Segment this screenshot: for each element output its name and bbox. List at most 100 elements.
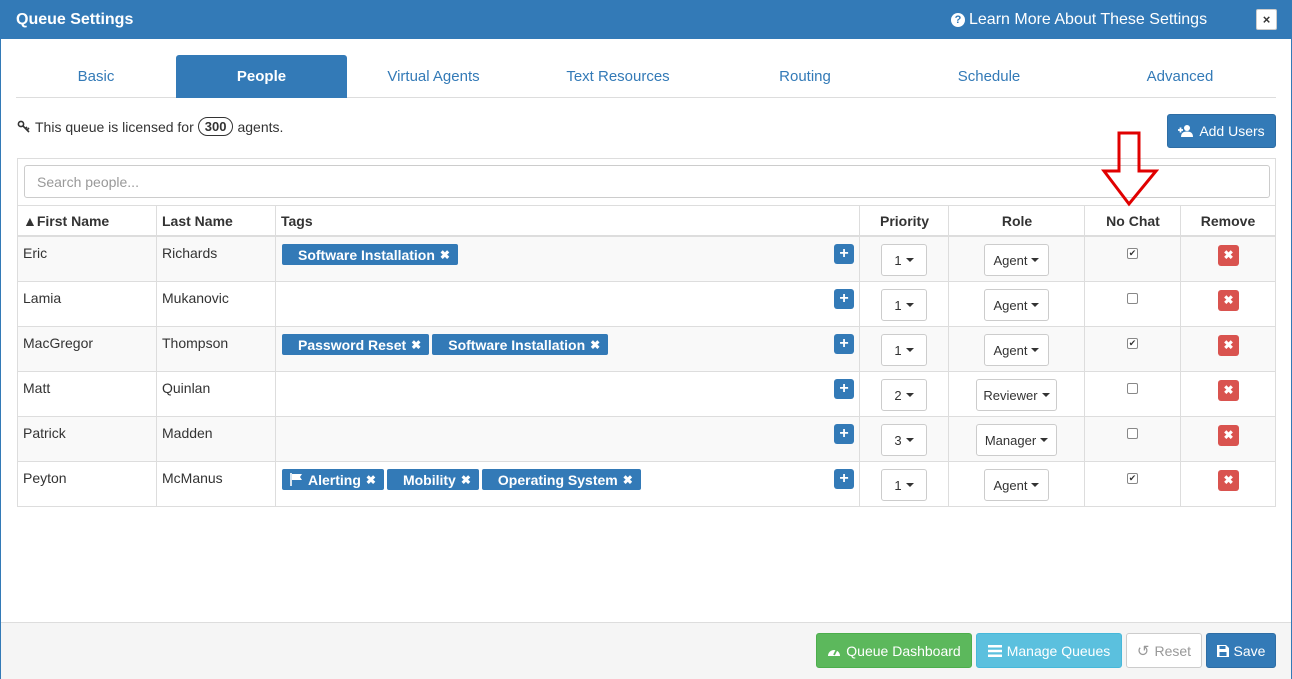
license-prefix: This queue is licensed for — [35, 118, 194, 135]
no-chat-checkbox[interactable]: ✔ — [1127, 473, 1138, 484]
remove-tag-icon[interactable]: ✖ — [461, 473, 471, 487]
tab-people[interactable]: People — [176, 55, 347, 98]
priority-dropdown[interactable]: 1 — [881, 469, 927, 501]
last-name-cell: Richards — [162, 245, 218, 261]
table-row: Lamia Mukanovic + 1 Agent ✖ — [18, 282, 1275, 327]
tab-basic[interactable]: Basic — [16, 55, 176, 98]
caret-down-icon — [905, 258, 914, 262]
caret-down-icon — [1031, 483, 1040, 487]
column-header-remove: Remove — [1200, 213, 1256, 229]
priority-value: 1 — [894, 477, 902, 493]
role-value: Reviewer — [983, 387, 1038, 403]
column-divider — [275, 205, 276, 506]
no-chat-checkbox[interactable]: ✔ — [1127, 338, 1138, 349]
tab-text-resources[interactable]: Text Resources — [520, 55, 716, 98]
learn-more-link[interactable]: ? Learn More About These Settings — [951, 11, 1207, 29]
table-header: ▲First Name Last Name Tags Priority Role… — [18, 205, 1275, 237]
remove-button[interactable]: ✖ — [1218, 245, 1239, 266]
column-divider — [1084, 205, 1085, 506]
dashboard-gauge-icon — [828, 648, 841, 656]
license-suffix: agents. — [237, 118, 284, 135]
priority-value: 3 — [894, 432, 902, 448]
no-chat-checkbox[interactable] — [1127, 383, 1138, 394]
column-header-priority: Priority — [879, 213, 929, 229]
add-users-button[interactable]: Add Users — [1167, 114, 1276, 148]
remove-button[interactable]: ✖ — [1218, 335, 1239, 356]
table-row: Matt Quinlan + 2 Reviewer ✖ — [18, 372, 1275, 417]
remove-button[interactable]: ✖ — [1218, 470, 1239, 491]
caret-down-icon — [905, 393, 914, 397]
no-chat-checkbox[interactable]: ✔ — [1127, 248, 1138, 259]
tab-virtual-agents[interactable]: Virtual Agents — [347, 55, 520, 98]
remove-button[interactable]: ✖ — [1218, 380, 1239, 401]
last-name-cell: Mukanovic — [162, 290, 229, 306]
queue-dashboard-button[interactable]: Queue Dashboard — [816, 633, 972, 668]
manage-queues-button[interactable]: Manage Queues — [976, 633, 1122, 668]
table-row: Patrick Madden + 3 Manager ✖ — [18, 417, 1275, 462]
modal-header: Queue Settings ? Learn More About These … — [1, 1, 1291, 39]
license-count-badge: 300 — [197, 117, 234, 136]
remove-tag-icon[interactable]: ✖ — [623, 473, 633, 487]
red-down-arrow-annotation — [1101, 131, 1159, 207]
people-grid: ▲First Name Last Name Tags Priority Role… — [17, 158, 1276, 507]
tag-label: Alerting — [308, 471, 361, 488]
manage-queues-label: Manage Queues — [1006, 642, 1111, 659]
close-button[interactable]: × — [1256, 9, 1277, 30]
tag-chip: Software Installation ✖ — [432, 334, 609, 355]
search-input[interactable] — [24, 165, 1270, 198]
column-header-last-name[interactable]: Last Name — [162, 206, 233, 236]
role-value: Manager — [984, 432, 1037, 448]
tags-cell: Software Installation ✖ — [282, 244, 461, 265]
tags-cell: Alerting ✖ Mobility ✖ Operating System ✖ — [282, 469, 644, 490]
tab-bar: Basic People Virtual Agents Text Resourc… — [16, 55, 1276, 98]
role-value: Agent — [993, 252, 1028, 268]
reset-button[interactable]: ↺ Reset — [1126, 633, 1202, 668]
tab-schedule[interactable]: Schedule — [894, 55, 1084, 98]
role-dropdown[interactable]: Manager — [976, 424, 1057, 456]
add-tag-button[interactable]: + — [834, 379, 854, 399]
add-tag-button[interactable]: + — [834, 289, 854, 309]
tag-label: Software Installation — [298, 246, 435, 263]
add-tag-button[interactable]: + — [834, 334, 854, 354]
priority-dropdown[interactable]: 1 — [881, 244, 927, 276]
tab-advanced[interactable]: Advanced — [1084, 55, 1276, 98]
save-button[interactable]: Save — [1206, 633, 1276, 668]
add-tag-button[interactable]: + — [834, 424, 854, 444]
priority-dropdown[interactable]: 3 — [881, 424, 927, 456]
remove-tag-icon[interactable]: ✖ — [590, 338, 600, 352]
priority-dropdown[interactable]: 1 — [881, 334, 927, 366]
add-tag-button[interactable]: + — [834, 244, 854, 264]
priority-dropdown[interactable]: 2 — [881, 379, 927, 411]
no-chat-checkbox[interactable] — [1127, 293, 1138, 304]
remove-button[interactable]: ✖ — [1218, 290, 1239, 311]
remove-tag-icon[interactable]: ✖ — [366, 473, 376, 487]
undo-icon: ↺ — [1136, 642, 1150, 660]
column-header-no-chat: No Chat — [1106, 213, 1160, 229]
tab-routing[interactable]: Routing — [716, 55, 894, 98]
add-tag-button[interactable]: + — [834, 469, 854, 489]
column-divider — [948, 205, 949, 506]
role-dropdown[interactable]: Agent — [984, 244, 1049, 276]
caret-down-icon — [1031, 348, 1040, 352]
modal-footer: Queue Dashboard Manage Queues ↺ Reset Sa… — [1, 622, 1291, 679]
role-value: Agent — [993, 342, 1028, 358]
role-dropdown[interactable]: Agent — [984, 334, 1049, 366]
no-chat-checkbox[interactable] — [1127, 428, 1138, 439]
priority-dropdown[interactable]: 1 — [881, 289, 927, 321]
priority-value: 1 — [894, 342, 902, 358]
first-name-cell: MacGregor — [23, 335, 94, 351]
column-divider — [156, 205, 157, 506]
remove-tag-icon[interactable]: ✖ — [440, 248, 450, 262]
remove-tag-icon[interactable]: ✖ — [411, 338, 421, 352]
role-dropdown[interactable]: Reviewer — [976, 379, 1057, 411]
learn-more-label: Learn More About These Settings — [969, 11, 1208, 28]
tag-label: Mobility — [402, 471, 456, 488]
role-value: Agent — [993, 477, 1028, 493]
column-header-first-name[interactable]: ▲First Name — [23, 206, 109, 236]
role-dropdown[interactable]: Agent — [984, 289, 1049, 321]
remove-button[interactable]: ✖ — [1218, 425, 1239, 446]
tag-chip: Password Reset ✖ — [282, 334, 430, 355]
role-dropdown[interactable]: Agent — [984, 469, 1049, 501]
queue-dashboard-label: Queue Dashboard — [846, 642, 961, 659]
column-header-role: Role — [1001, 213, 1033, 229]
